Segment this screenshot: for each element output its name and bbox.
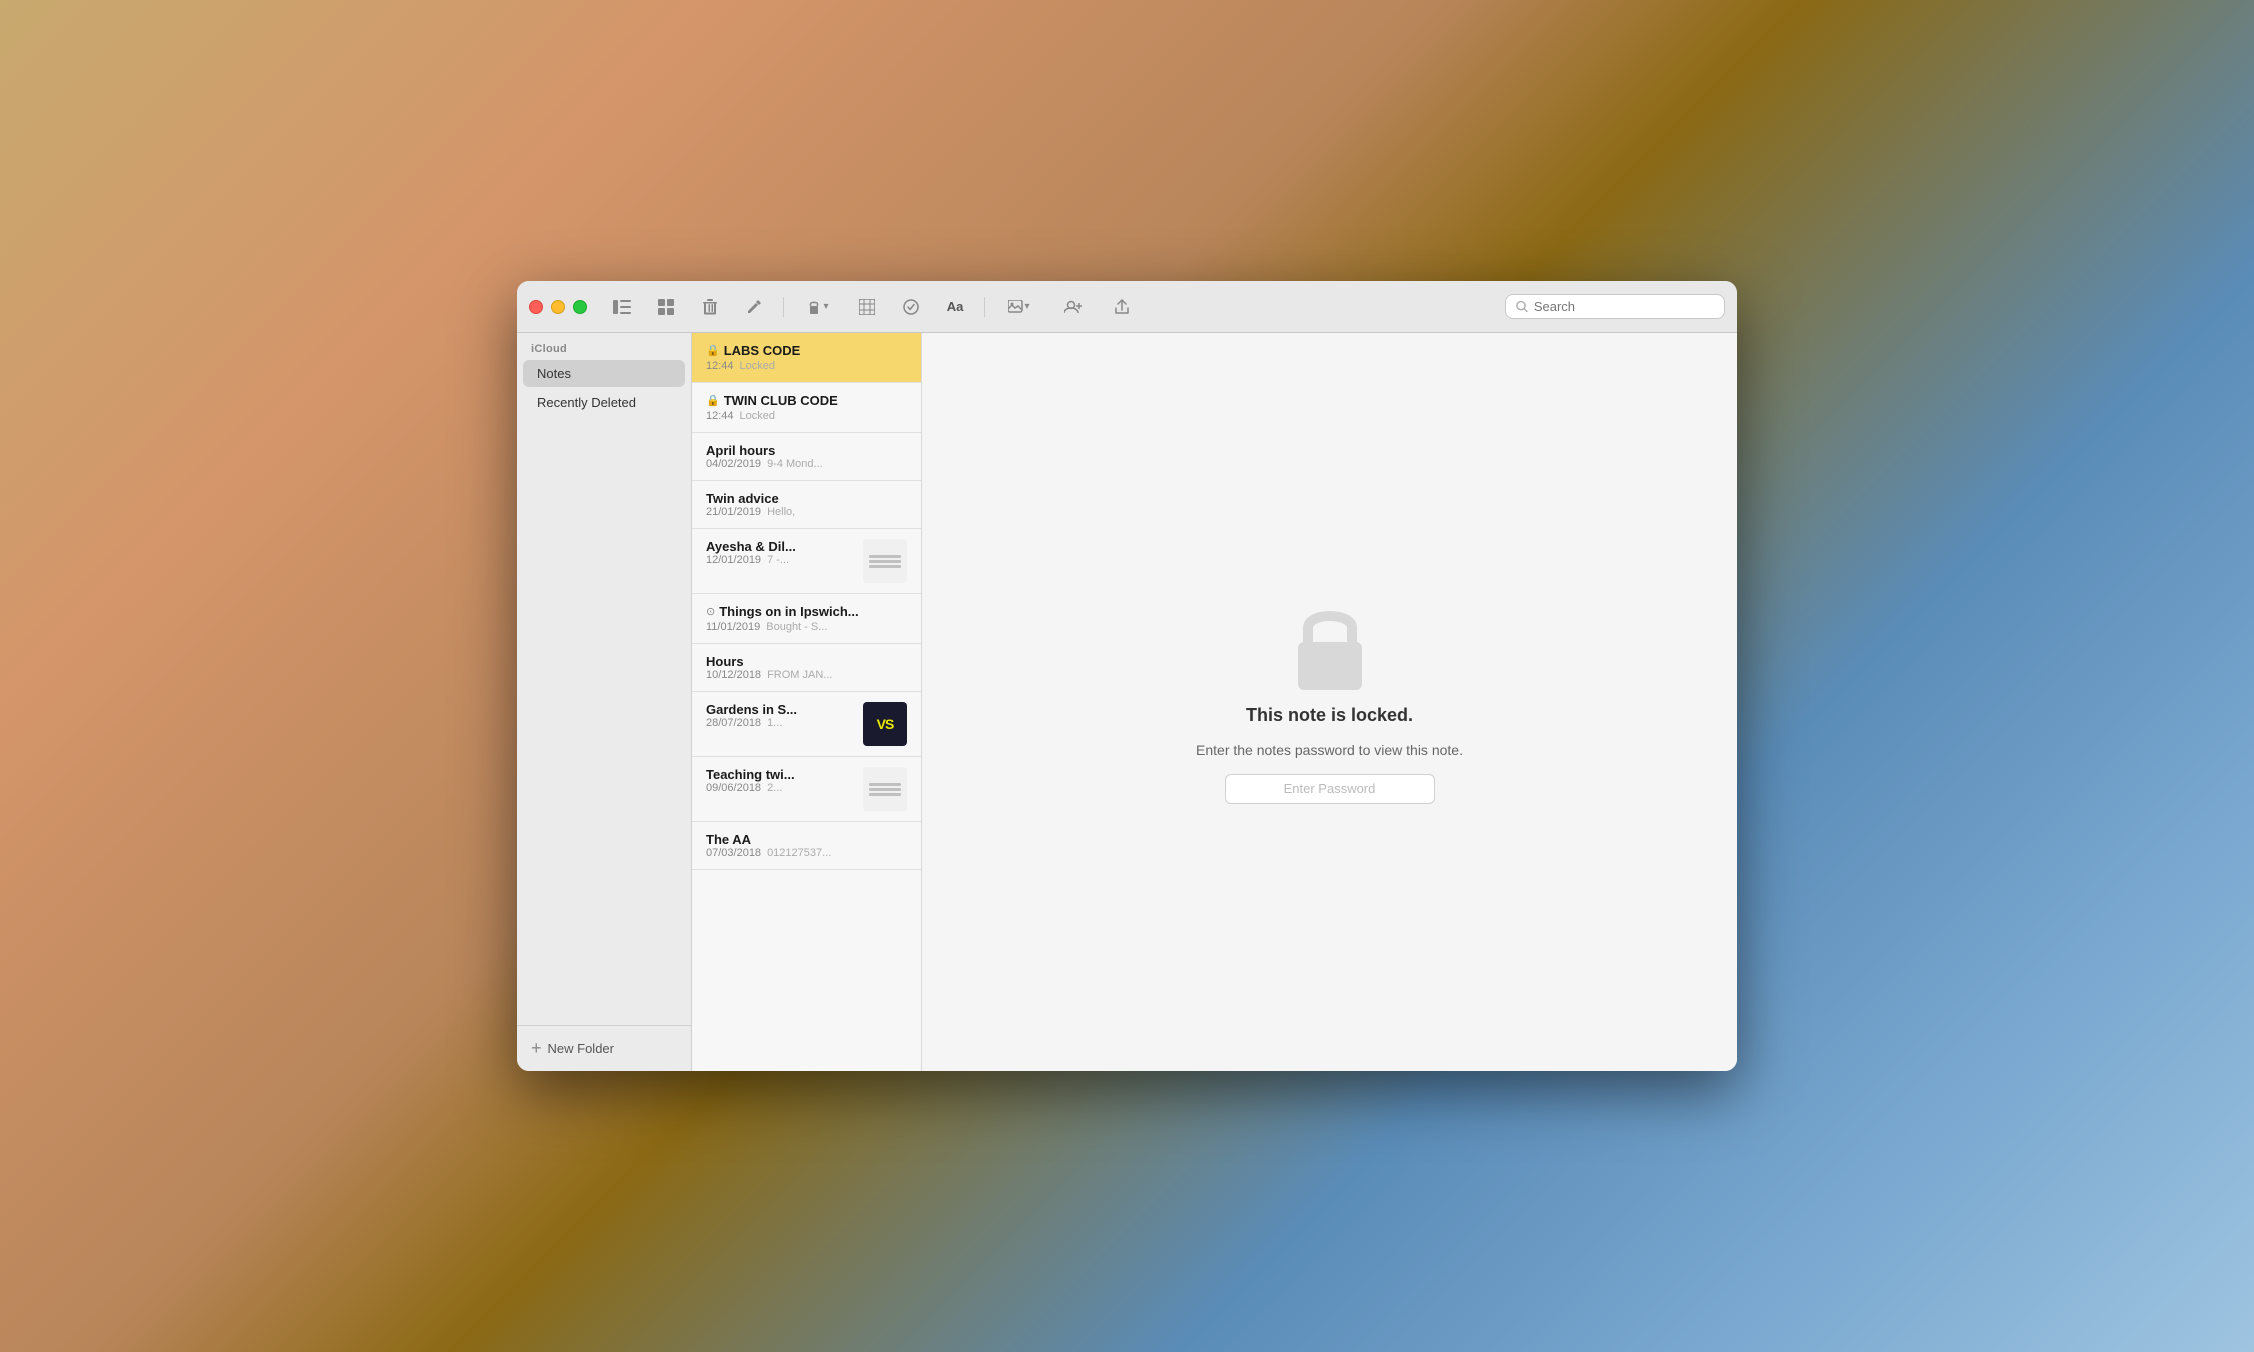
lock-icon-large	[1290, 601, 1370, 689]
lock-chevron: ▾	[823, 301, 828, 312]
note-preview-the-aa: 012127537...	[767, 847, 831, 859]
lock-indicator-twin: 🔒	[706, 394, 720, 407]
note-thumbnail-gardens: VS	[863, 702, 907, 746]
note-preview-teaching: 2...	[767, 782, 782, 794]
note-item-labs-code[interactable]: 🔒 LABS CODE 12:44 Locked	[692, 333, 921, 383]
note-title-gardens: Gardens in S...	[706, 702, 855, 717]
note-title-april-hours: April hours	[706, 443, 907, 458]
compose-icon	[746, 299, 762, 315]
note-thumbnail-teaching	[863, 767, 907, 811]
format-button[interactable]: Aa	[938, 292, 972, 322]
sidebar-item-recently-deleted[interactable]: Recently Deleted	[523, 389, 685, 416]
share-button[interactable]	[1105, 292, 1139, 322]
search-bar[interactable]	[1505, 294, 1725, 319]
lock-illustration	[1290, 600, 1370, 690]
note-item-hours[interactable]: Hours 10/12/2018 FROM JAN...	[692, 644, 921, 692]
grid-view-icon	[658, 299, 674, 315]
note-preview-hours: FROM JAN...	[767, 669, 832, 681]
new-folder-icon: +	[531, 1038, 542, 1059]
note-title-twin-club-code: TWIN CLUB CODE	[724, 393, 838, 408]
note-date-hours: 10/12/2018	[706, 669, 761, 681]
note-item-twin-club-code[interactable]: 🔒 TWIN CLUB CODE 12:44 Locked	[692, 383, 921, 433]
sidebar: iCloud Notes Recently Deleted + New Fold…	[517, 333, 692, 1071]
note-title-labs-code: LABS CODE	[724, 343, 801, 358]
grid-view-button[interactable]	[649, 292, 683, 322]
notes-window: ▾ Aa ▾	[517, 281, 1737, 1071]
search-icon	[1516, 300, 1528, 313]
sidebar-toggle-icon	[613, 300, 631, 314]
note-preview-april-hours: 9-4 Mond...	[767, 458, 823, 470]
note-title-ayesha-dil: Ayesha & Dil...	[706, 539, 855, 554]
sidebar-toggle-button[interactable]	[605, 292, 639, 322]
toolbar-separator-2	[984, 297, 985, 317]
note-title-things-ipswich: Things on in Ipswich...	[719, 604, 858, 619]
note-preview-ayesha-dil: 7 -...	[767, 554, 789, 566]
locked-note-subtitle: Enter the notes password to view this no…	[1196, 742, 1463, 758]
note-title-twin-advice: Twin advice	[706, 491, 907, 506]
toolbar-separator-1	[783, 297, 784, 317]
checklist-button[interactable]	[894, 292, 928, 322]
table-button[interactable]	[850, 292, 884, 322]
add-people-icon	[1064, 300, 1082, 314]
delete-icon	[703, 299, 717, 315]
traffic-lights	[529, 300, 587, 314]
note-item-things-ipswich[interactable]: ⊙ Things on in Ipswich... 11/01/2019 Bou…	[692, 594, 921, 644]
close-button[interactable]	[529, 300, 543, 314]
note-title-hours: Hours	[706, 654, 907, 669]
lock-button[interactable]: ▾	[796, 292, 840, 322]
note-preview-twin-club-code: Locked	[740, 410, 775, 422]
note-date-teaching: 09/06/2018	[706, 782, 761, 794]
note-date-labs-code: 12:44	[706, 360, 734, 372]
detail-pane: This note is locked. Enter the notes pas…	[922, 333, 1737, 1071]
note-preview-labs-code: Locked	[740, 360, 775, 372]
note-date-things-ipswich: 11/01/2019	[706, 621, 760, 633]
note-item-teaching[interactable]: Teaching twi... 09/06/2018 2...	[692, 757, 921, 822]
share-icon	[1115, 299, 1129, 315]
compose-button[interactable]	[737, 292, 771, 322]
sidebar-item-notes[interactable]: Notes	[523, 360, 685, 387]
maximize-button[interactable]	[573, 300, 587, 314]
note-title-teaching: Teaching twi...	[706, 767, 855, 782]
note-preview-twin-advice: Hello,	[767, 506, 795, 518]
note-date-twin-advice: 21/01/2019	[706, 506, 761, 518]
note-date-the-aa: 07/03/2018	[706, 847, 761, 859]
table-icon	[859, 299, 875, 315]
image-button[interactable]: ▾	[997, 292, 1041, 322]
checklist-icon	[903, 299, 919, 315]
note-preview-things-ipswich: Bought - S...	[766, 621, 827, 633]
image-chevron: ▾	[1024, 301, 1029, 312]
note-date-ayesha-dil: 12/01/2019	[706, 554, 761, 566]
note-thumbnail-ayesha-dil	[863, 539, 907, 583]
sidebar-section-header: iCloud	[517, 333, 691, 359]
new-folder-button[interactable]: + New Folder	[517, 1025, 691, 1071]
new-folder-label: New Folder	[548, 1041, 614, 1056]
note-item-april-hours[interactable]: April hours 04/02/2019 9-4 Mond...	[692, 433, 921, 481]
add-people-button[interactable]	[1051, 292, 1095, 322]
search-input[interactable]	[1534, 299, 1714, 314]
note-title-the-aa: The AA	[706, 832, 907, 847]
note-date-gardens: 28/07/2018	[706, 717, 761, 729]
lock-icon	[807, 299, 821, 315]
locked-note-title: This note is locked.	[1246, 705, 1413, 726]
note-item-the-aa[interactable]: The AA 07/03/2018 012127537...	[692, 822, 921, 870]
titlebar: ▾ Aa ▾	[517, 281, 1737, 333]
note-item-twin-advice[interactable]: Twin advice 21/01/2019 Hello,	[692, 481, 921, 529]
image-icon	[1008, 300, 1024, 314]
note-date-april-hours: 04/02/2019	[706, 458, 761, 470]
lock-indicator-labs: 🔒	[706, 344, 720, 357]
delete-button[interactable]	[693, 292, 727, 322]
note-item-gardens[interactable]: Gardens in S... 28/07/2018 1... VS	[692, 692, 921, 757]
note-preview-gardens: 1...	[767, 717, 782, 729]
password-input[interactable]	[1225, 774, 1435, 804]
note-date-twin-club-code: 12:44	[706, 410, 734, 422]
format-label: Aa	[947, 299, 964, 314]
note-item-ayesha-dil[interactable]: Ayesha & Dil... 12/01/2019 7 -...	[692, 529, 921, 594]
main-content: iCloud Notes Recently Deleted + New Fold…	[517, 333, 1737, 1071]
minimize-button[interactable]	[551, 300, 565, 314]
pinned-indicator-ipswich: ⊙	[706, 605, 715, 618]
notes-list: 🔒 LABS CODE 12:44 Locked 🔒 TWIN CLUB COD…	[692, 333, 922, 1071]
